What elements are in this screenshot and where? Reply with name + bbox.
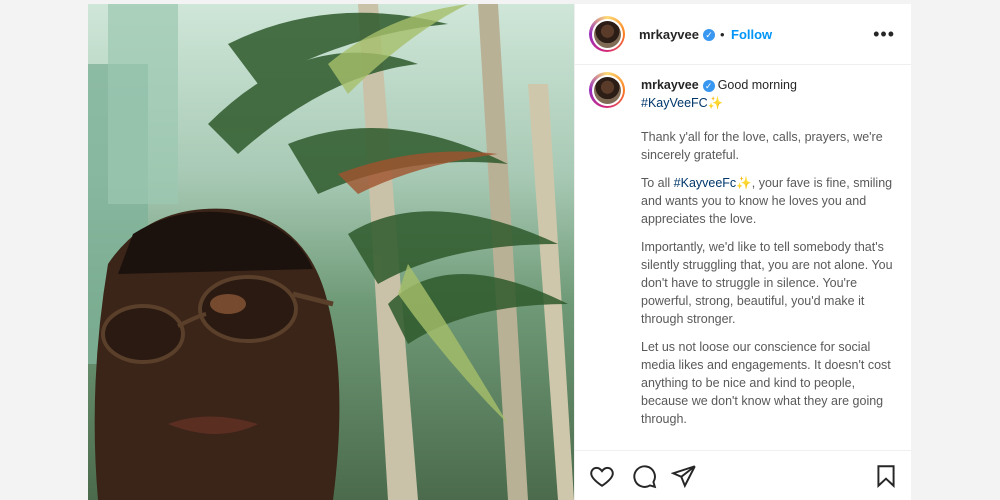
- avatar[interactable]: [589, 16, 625, 52]
- caption-paragraph-2: To all #KayveeFc✨, your fave is fine, sm…: [641, 176, 893, 226]
- caption-paragraph-4: Let us not loose our conscience for soci…: [641, 340, 891, 426]
- hashtag-link[interactable]: #KayVeeFC: [641, 96, 708, 110]
- caption-username[interactable]: mrkayvee: [641, 78, 699, 92]
- sparkle-emoji-2: ✨: [736, 176, 752, 190]
- avatar-ring: [591, 18, 623, 50]
- username-link[interactable]: mrkayvee: [639, 27, 699, 42]
- more-icon[interactable]: •••: [873, 24, 895, 45]
- sparkle-emoji: ✨: [707, 96, 724, 110]
- caption-first-line: mrkayvee ✓ Good morning #KayVeeFC✨: [641, 76, 903, 112]
- avatar-image: [593, 20, 621, 48]
- action-bar: [575, 450, 911, 500]
- caption-paragraph-3: Importantly, we'd like to tell somebody …: [641, 240, 893, 326]
- follow-button[interactable]: Follow: [731, 27, 772, 42]
- comment-icon[interactable]: [631, 463, 657, 489]
- caption-fade: [575, 442, 911, 450]
- caption-avatar[interactable]: [589, 72, 625, 108]
- caption-avatar-ring: [591, 74, 623, 106]
- post-header: mrkayvee ✓ • Follow •••: [575, 4, 911, 65]
- post-side-panel: mrkayvee ✓ • Follow ••• mrkayvee ✓ Good morn…: [574, 4, 911, 500]
- caption-avatar-image: [593, 76, 621, 104]
- caption-verified-icon: ✓: [702, 79, 715, 92]
- header-userline: mrkayvee ✓ • Follow: [639, 26, 772, 44]
- caption: mrkayvee ✓ Good morning #KayVeeFC✨ Thank y…: [641, 76, 903, 438]
- caption-paragraph-1: Thank y'all for the love, calls, prayers…: [641, 130, 883, 162]
- post-photo[interactable]: [88, 4, 574, 500]
- heart-icon[interactable]: [589, 463, 615, 489]
- caption-greeting: Good morning: [717, 78, 797, 92]
- share-icon[interactable]: [670, 463, 697, 489]
- bookmark-icon[interactable]: [873, 463, 899, 489]
- verified-icon: ✓: [703, 28, 715, 41]
- separator-dot: •: [720, 27, 725, 42]
- hashtag-link-2[interactable]: #KayveeFc: [674, 176, 737, 190]
- photo-illustration: [88, 4, 574, 500]
